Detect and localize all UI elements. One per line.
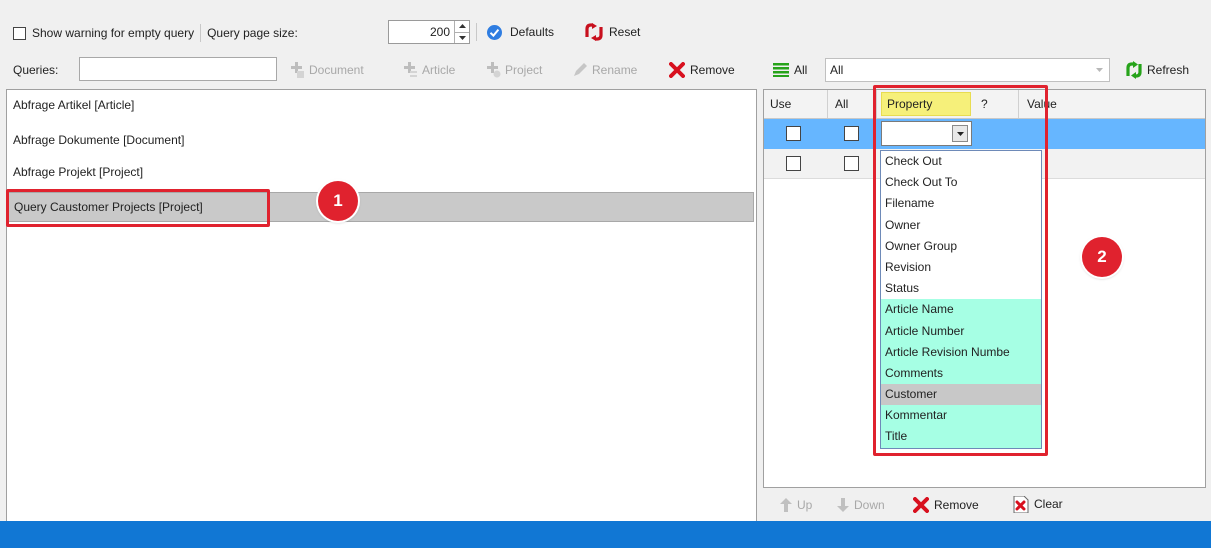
add-document-icon xyxy=(291,62,304,78)
reset-label: Reset xyxy=(609,25,641,39)
refresh-label: Refresh xyxy=(1147,63,1190,77)
remove-row-label: Remove xyxy=(934,498,979,512)
arrow-up-icon xyxy=(780,498,792,512)
query-list-item[interactable]: Abfrage Projekt [Project] xyxy=(13,158,143,186)
check-circle-icon xyxy=(487,24,502,40)
clear-document-icon xyxy=(1013,495,1029,513)
rename-button[interactable]: Rename xyxy=(572,62,637,78)
defaults-button[interactable]: Defaults xyxy=(486,22,554,42)
column-header-all[interactable]: All xyxy=(835,97,848,111)
move-down-label: Down xyxy=(854,498,885,512)
callout-box-2 xyxy=(873,85,1048,456)
column-header-use[interactable]: Use xyxy=(770,97,791,111)
show-warning-label: Show warning for empty query xyxy=(32,26,195,40)
show-warning-checkbox[interactable] xyxy=(13,26,26,40)
page-size-value[interactable]: 200 xyxy=(389,25,454,39)
move-up-button[interactable]: Up xyxy=(780,496,812,514)
callout-badge-2: 2 xyxy=(1082,237,1122,277)
add-document-label: Document xyxy=(309,63,364,77)
toolbar-divider xyxy=(200,24,202,42)
refresh-button[interactable]: Refresh xyxy=(1125,61,1189,79)
spinner-down-icon[interactable] xyxy=(455,33,469,44)
select-all-label: All xyxy=(794,63,808,77)
red-x-icon xyxy=(669,62,685,78)
add-document-button[interactable]: Document xyxy=(289,62,364,78)
all-checkbox[interactable] xyxy=(844,126,859,141)
reset-button[interactable]: Reset xyxy=(584,22,640,42)
pencil-icon xyxy=(574,63,587,76)
spinner-buttons xyxy=(454,21,469,43)
red-x-icon xyxy=(913,497,929,513)
rename-label: Rename xyxy=(592,63,638,77)
filter-dropdown[interactable]: All xyxy=(825,58,1110,82)
defaults-label: Defaults xyxy=(510,25,555,39)
remove-query-button[interactable]: Remove xyxy=(669,62,735,78)
add-project-button[interactable]: Project xyxy=(485,62,542,78)
add-article-button[interactable]: Article xyxy=(402,62,455,78)
top-toolbar: Show warning for empty query Query page … xyxy=(13,22,298,44)
page-size-label: Query page size: xyxy=(207,26,298,40)
page-size-spinner[interactable]: 200 xyxy=(388,20,470,44)
add-project-icon xyxy=(487,62,501,78)
use-checkbox[interactable] xyxy=(786,156,801,171)
all-checkbox[interactable] xyxy=(844,156,859,171)
refresh-icon xyxy=(1126,61,1142,79)
query-list-item[interactable]: Abfrage Artikel [Article] xyxy=(13,91,134,119)
remove-query-label: Remove xyxy=(690,63,735,77)
spinner-up-icon[interactable] xyxy=(455,21,469,33)
reset-icon xyxy=(585,23,603,41)
add-article-label: Article xyxy=(422,63,456,77)
list-lines-icon xyxy=(773,63,789,77)
callout-box-1 xyxy=(6,189,270,227)
clear-button[interactable]: Clear xyxy=(1013,495,1063,513)
move-down-button[interactable]: Down xyxy=(837,496,885,514)
chevron-down-icon xyxy=(1096,68,1103,72)
select-all-button[interactable]: All xyxy=(773,61,807,79)
column-divider xyxy=(827,90,828,118)
arrow-down-icon xyxy=(837,498,849,512)
query-list: Abfrage Artikel [Article] Abfrage Dokume… xyxy=(6,89,757,522)
toolbar-divider xyxy=(476,23,477,41)
add-project-label: Project xyxy=(505,63,543,77)
move-up-label: Up xyxy=(797,498,813,512)
add-article-icon xyxy=(404,62,417,77)
status-bar xyxy=(0,521,1211,548)
filter-dropdown-value: All xyxy=(830,63,844,77)
clear-label: Clear xyxy=(1034,497,1063,511)
remove-row-button[interactable]: Remove xyxy=(913,496,979,514)
use-checkbox[interactable] xyxy=(786,126,801,141)
query-list-item[interactable]: Abfrage Dokumente [Document] xyxy=(13,126,184,154)
queries-label: Queries: xyxy=(13,63,59,77)
queries-search-input[interactable] xyxy=(79,57,277,81)
callout-badge-1: 1 xyxy=(318,181,358,221)
